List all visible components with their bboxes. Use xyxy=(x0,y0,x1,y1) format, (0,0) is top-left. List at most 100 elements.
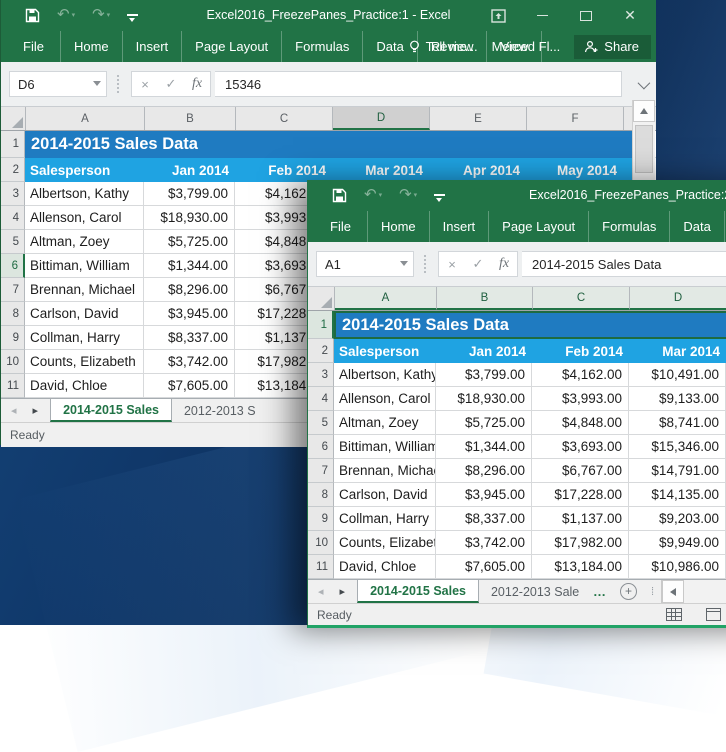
row-header-5[interactable]: 5 xyxy=(1,230,25,254)
month-header-cell[interactable]: May 2014 xyxy=(526,158,623,182)
row-header-9[interactable]: 9 xyxy=(308,507,334,531)
ribbon-tab-file[interactable]: File xyxy=(314,211,368,242)
amount-cell[interactable]: $7,605.00 xyxy=(436,555,532,579)
row-header-8[interactable]: 8 xyxy=(1,302,25,326)
normal-view-icon[interactable] xyxy=(666,608,682,621)
month-header-cell[interactable]: Jan 2014 xyxy=(144,158,235,182)
close-button[interactable]: ✕ xyxy=(608,0,652,31)
sheet-tab-2012-2013[interactable]: 2012-2013 S xyxy=(172,399,268,422)
row-header-5[interactable]: 5 xyxy=(308,411,334,435)
salesperson-cell[interactable]: David, Chloe xyxy=(25,374,144,398)
new-sheet-button[interactable]: + xyxy=(620,580,637,603)
name-box[interactable]: D6 xyxy=(9,71,107,97)
amount-cell[interactable]: $17,228.00 xyxy=(532,483,629,507)
row-header-9[interactable]: 9 xyxy=(1,326,25,350)
amount-cell[interactable]: $3,742.00 xyxy=(436,531,532,555)
column-header-E[interactable]: E xyxy=(430,107,527,130)
amount-cell[interactable]: $1,137.00 xyxy=(532,507,629,531)
formula-bar-expand-icon[interactable] xyxy=(638,77,651,90)
amount-cell[interactable]: $4,162.00 xyxy=(532,363,629,387)
amount-cell[interactable]: $3,945.00 xyxy=(436,483,532,507)
ribbon-tab-home[interactable]: Home xyxy=(368,211,430,242)
insert-function-icon[interactable]: fx xyxy=(491,256,517,272)
month-header-cell[interactable]: Feb 2014 xyxy=(532,339,629,363)
ribbon-tab-home[interactable]: Home xyxy=(61,31,123,62)
select-all-corner[interactable] xyxy=(1,107,26,130)
amount-cell[interactable]: $8,296.00 xyxy=(144,278,235,302)
row-header-6[interactable]: 6 xyxy=(1,254,25,278)
salesperson-cell[interactable]: David, Chloe xyxy=(334,555,436,579)
row-header-8[interactable]: 8 xyxy=(308,483,334,507)
ribbon-tab-insert[interactable]: Insert xyxy=(430,211,490,242)
prev-sheet-icon[interactable]: ◂ xyxy=(11,404,17,417)
amount-cell[interactable]: $7,605.00 xyxy=(144,374,235,398)
scroll-left-icon[interactable] xyxy=(662,580,684,603)
salesperson-cell[interactable]: Bittiman, William xyxy=(25,254,144,278)
amount-cell[interactable]: $17,982.00 xyxy=(532,531,629,555)
amount-cell[interactable]: $5,725.00 xyxy=(436,411,532,435)
row-header-1[interactable]: 1 xyxy=(1,131,25,158)
column-header-D[interactable]: D xyxy=(333,107,430,130)
amount-cell[interactable]: $8,741.00 xyxy=(629,411,726,435)
ribbon-tab-page-layout[interactable]: Page Layout xyxy=(182,31,282,62)
column-header-D[interactable]: D xyxy=(630,287,726,310)
scrollbar-thumb[interactable] xyxy=(635,125,653,173)
formula-input[interactable]: 2014-2015 Sales Data xyxy=(522,251,726,277)
salesperson-cell[interactable]: Allenson, Carol xyxy=(25,206,144,230)
amount-cell[interactable]: $3,993.00 xyxy=(532,387,629,411)
row-header-3[interactable]: 3 xyxy=(1,182,25,206)
tell-me-box[interactable]: Tell me... xyxy=(409,39,478,54)
cancel-icon[interactable]: × xyxy=(132,77,158,92)
column-header-C[interactable]: C xyxy=(533,287,630,310)
amount-cell[interactable]: $8,337.00 xyxy=(144,326,235,350)
column-header-F[interactable]: F xyxy=(527,107,624,130)
row-header-7[interactable]: 7 xyxy=(1,278,25,302)
amount-cell[interactable]: $4,848.00 xyxy=(532,411,629,435)
salesperson-cell[interactable]: Counts, Elizabeth xyxy=(25,350,144,374)
amount-cell[interactable]: $9,203.00 xyxy=(629,507,726,531)
sheet-title-cell[interactable]: 2014-2015 Sales Data xyxy=(25,131,633,158)
sheet-title-cell[interactable]: 2014-2015 Sales Data xyxy=(334,311,726,339)
prev-sheet-icon[interactable]: ◂ xyxy=(318,585,324,598)
column-header-A[interactable]: A xyxy=(335,287,437,310)
month-header-cell[interactable]: Apr 2014 xyxy=(429,158,526,182)
row-header-4[interactable]: 4 xyxy=(308,387,334,411)
row-header-7[interactable]: 7 xyxy=(308,459,334,483)
select-all-corner[interactable] xyxy=(308,287,335,310)
ribbon-tab-page-layout[interactable]: Page Layout xyxy=(489,211,589,242)
namebox-dropdown-icon[interactable] xyxy=(93,81,101,86)
sheet-tab-2012-2013[interactable]: 2012-2013 Sale xyxy=(479,580,587,603)
amount-cell[interactable]: $9,133.00 xyxy=(629,387,726,411)
salesperson-cell[interactable]: Albertson, Kathy xyxy=(25,182,144,206)
amount-cell[interactable]: $13,184.00 xyxy=(532,555,629,579)
amount-cell[interactable]: $9,949.00 xyxy=(629,531,726,555)
next-sheet-icon[interactable]: ▸ xyxy=(340,585,346,598)
month-header-cell[interactable]: Mar 2014 xyxy=(629,339,726,363)
amount-cell[interactable]: $18,930.00 xyxy=(436,387,532,411)
salesperson-cell[interactable]: Bittiman, William xyxy=(334,435,436,459)
name-box[interactable]: A1 xyxy=(316,251,414,277)
scroll-up-icon[interactable] xyxy=(633,100,655,122)
salesperson-header-cell[interactable]: Salesperson xyxy=(25,158,144,182)
formula-input[interactable]: 15346 xyxy=(215,71,622,97)
page-layout-view-icon[interactable] xyxy=(706,608,721,621)
amount-cell[interactable]: $1,344.00 xyxy=(436,435,532,459)
amount-cell[interactable]: $8,337.00 xyxy=(436,507,532,531)
minimize-button[interactable] xyxy=(520,0,564,31)
amount-cell[interactable]: $1,344.00 xyxy=(144,254,235,278)
row-header-2[interactable]: 2 xyxy=(308,339,334,363)
amount-cell[interactable]: $14,135.00 xyxy=(629,483,726,507)
amount-cell[interactable]: $3,799.00 xyxy=(436,363,532,387)
share-button[interactable]: Share xyxy=(574,35,651,59)
salesperson-cell[interactable]: Carlson, David xyxy=(334,483,436,507)
amount-cell[interactable]: $14,791.00 xyxy=(629,459,726,483)
salesperson-cell[interactable]: Carlson, David xyxy=(25,302,144,326)
enter-icon[interactable]: ✓ xyxy=(158,76,184,92)
amount-cell[interactable]: $5,725.00 xyxy=(144,230,235,254)
amount-cell[interactable]: $10,491.00 xyxy=(629,363,726,387)
maximize-button[interactable] xyxy=(564,0,608,31)
insert-function-icon[interactable]: fx xyxy=(184,76,210,92)
row-header-10[interactable]: 10 xyxy=(308,531,334,555)
month-header-cell[interactable]: Mar 2014 xyxy=(332,158,429,182)
salesperson-cell[interactable]: Collman, Harry xyxy=(334,507,436,531)
